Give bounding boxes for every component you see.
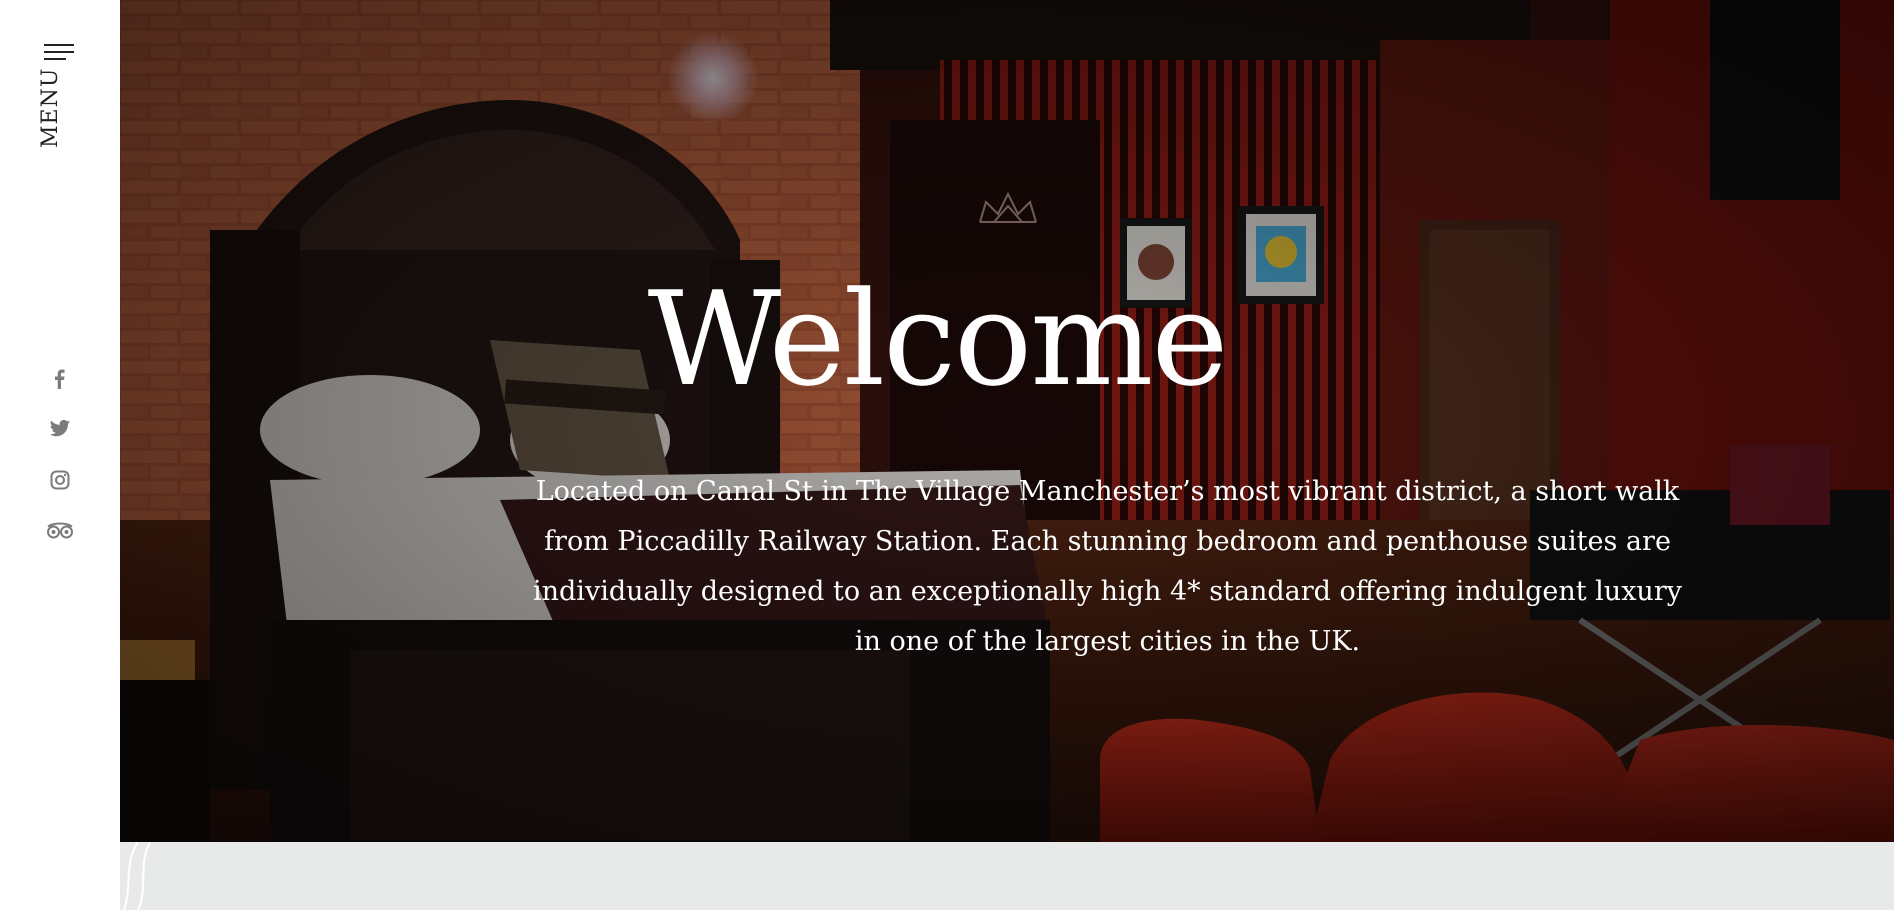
instagram-icon[interactable] (0, 470, 120, 490)
hamburger-menu-icon[interactable] (44, 44, 76, 66)
content-band (120, 842, 1894, 910)
menu-label[interactable]: MENU (38, 68, 63, 148)
sidebar: MENU (0, 0, 120, 910)
hero-description: Located on Canal St in The Village Manch… (533, 476, 1682, 657)
hero-section: Welcome Located on Canal St in The Villa… (120, 0, 1894, 842)
twitter-icon[interactable] (0, 419, 120, 439)
facebook-icon[interactable] (0, 368, 120, 390)
decorative-stroke (123, 842, 151, 910)
tripadvisor-icon[interactable] (0, 522, 120, 540)
hero-background-image (120, 0, 1894, 842)
page: MENU Welcome Located on Canal St in The … (0, 0, 1894, 910)
hero-title: Welcome (647, 263, 1229, 415)
